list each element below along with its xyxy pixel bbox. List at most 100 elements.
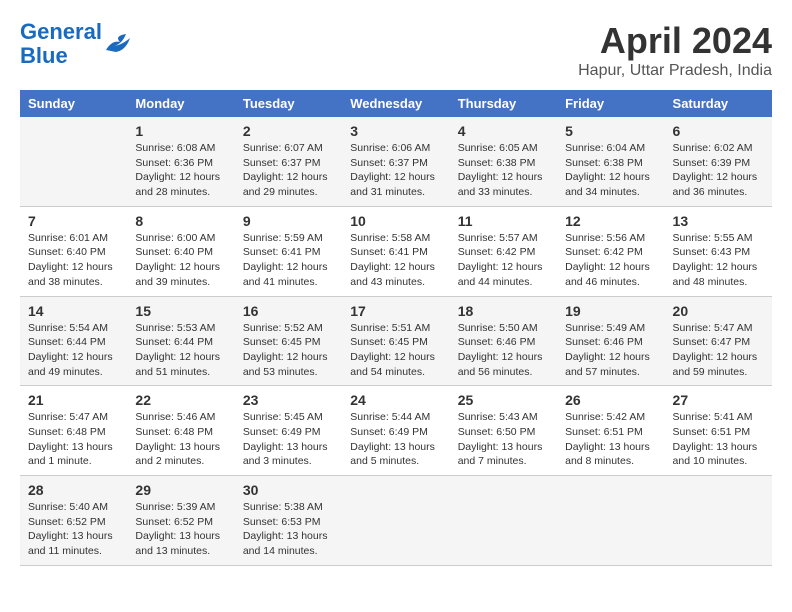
calendar-table: SundayMondayTuesdayWednesdayThursdayFrid…: [20, 90, 772, 566]
calendar-cell: 21 Sunrise: 5:47 AMSunset: 6:48 PMDayligh…: [20, 386, 127, 476]
calendar-week-row: 7 Sunrise: 6:01 AMSunset: 6:40 PMDaylight…: [20, 206, 772, 296]
calendar-cell: 22 Sunrise: 5:46 AMSunset: 6:48 PMDayligh…: [127, 386, 234, 476]
day-number: 3: [350, 123, 441, 139]
calendar-cell: 27Sunrise: 5:41 AMSunset: 6:51 PMDayligh…: [665, 386, 772, 476]
location: Hapur, Uttar Pradesh, India: [578, 62, 772, 80]
day-number: 14: [28, 303, 119, 319]
day-number: 18: [458, 303, 549, 319]
day-number: 8: [135, 213, 226, 229]
title-area: April 2024 Hapur, Uttar Pradesh, India: [578, 20, 772, 80]
calendar-cell: 10Sunrise: 5:58 AMSunset: 6:41 PMDayligh…: [342, 206, 449, 296]
day-number: 21: [28, 392, 119, 408]
day-info: Sunrise: 5:52 AMSunset: 6:45 PMDaylight:…: [243, 321, 334, 380]
day-info: Sunrise: 6:04 AMSunset: 6:38 PMDaylight:…: [565, 141, 656, 200]
day-info: Sunrise: 5:42 AMSunset: 6:51 PMDaylight:…: [565, 410, 656, 469]
calendar-week-row: 28 Sunrise: 5:40 AMSunset: 6:52 PMDayligh…: [20, 476, 772, 566]
day-number: 4: [458, 123, 549, 139]
calendar-cell: [342, 476, 449, 566]
day-info: Sunrise: 6:06 AMSunset: 6:37 PMDaylight:…: [350, 141, 441, 200]
calendar-cell: 23 Sunrise: 5:45 AMSunset: 6:49 PMDayligh…: [235, 386, 342, 476]
day-number: 25: [458, 392, 549, 408]
calendar-cell: 5 Sunrise: 6:04 AMSunset: 6:38 PMDaylight…: [557, 117, 664, 206]
day-number: 16: [243, 303, 334, 319]
calendar-header-sunday: Sunday: [20, 90, 127, 117]
calendar-cell: 16 Sunrise: 5:52 AMSunset: 6:45 PMDayligh…: [235, 296, 342, 386]
calendar-cell: 26 Sunrise: 5:42 AMSunset: 6:51 PMDayligh…: [557, 386, 664, 476]
calendar-cell: 19Sunrise: 5:49 AMSunset: 6:46 PMDayligh…: [557, 296, 664, 386]
day-info: Sunrise: 5:53 AMSunset: 6:44 PMDaylight:…: [135, 321, 226, 380]
day-info: Sunrise: 5:58 AMSunset: 6:41 PMDaylight:…: [350, 231, 441, 290]
day-number: 27: [673, 392, 764, 408]
day-info: Sunrise: 6:00 AMSunset: 6:40 PMDaylight:…: [135, 231, 226, 290]
calendar-cell: 8 Sunrise: 6:00 AMSunset: 6:40 PMDaylight…: [127, 206, 234, 296]
day-info: Sunrise: 6:07 AMSunset: 6:37 PMDaylight:…: [243, 141, 334, 200]
day-info: Sunrise: 5:39 AMSunset: 6:52 PMDaylight:…: [135, 500, 226, 559]
day-number: 20: [673, 303, 764, 319]
calendar-cell: 2 Sunrise: 6:07 AMSunset: 6:37 PMDaylight…: [235, 117, 342, 206]
day-number: 23: [243, 392, 334, 408]
calendar-header-friday: Friday: [557, 90, 664, 117]
calendar-cell: 14Sunrise: 5:54 AMSunset: 6:44 PMDayligh…: [20, 296, 127, 386]
logo-blue: Blue: [20, 43, 68, 68]
day-number: 15: [135, 303, 226, 319]
day-info: Sunrise: 5:45 AMSunset: 6:49 PMDaylight:…: [243, 410, 334, 469]
day-info: Sunrise: 5:47 AMSunset: 6:47 PMDaylight:…: [673, 321, 764, 380]
logo-general: General: [20, 19, 102, 44]
day-info: Sunrise: 5:50 AMSunset: 6:46 PMDaylight:…: [458, 321, 549, 380]
day-info: Sunrise: 5:59 AMSunset: 6:41 PMDaylight:…: [243, 231, 334, 290]
day-number: 6: [673, 123, 764, 139]
day-number: 1: [135, 123, 226, 139]
calendar-cell: 17 Sunrise: 5:51 AMSunset: 6:45 PMDayligh…: [342, 296, 449, 386]
calendar-cell: 18 Sunrise: 5:50 AMSunset: 6:46 PMDayligh…: [450, 296, 557, 386]
day-info: Sunrise: 5:56 AMSunset: 6:42 PMDaylight:…: [565, 231, 656, 290]
day-number: 26: [565, 392, 656, 408]
day-number: 12: [565, 213, 656, 229]
calendar-cell: 15 Sunrise: 5:53 AMSunset: 6:44 PMDayligh…: [127, 296, 234, 386]
day-info: Sunrise: 5:57 AMSunset: 6:42 PMDaylight:…: [458, 231, 549, 290]
calendar-cell: 20 Sunrise: 5:47 AMSunset: 6:47 PMDayligh…: [665, 296, 772, 386]
day-number: 13: [673, 213, 764, 229]
calendar-header-wednesday: Wednesday: [342, 90, 449, 117]
day-info: Sunrise: 5:43 AMSunset: 6:50 PMDaylight:…: [458, 410, 549, 469]
day-info: Sunrise: 5:40 AMSunset: 6:52 PMDaylight:…: [28, 500, 119, 559]
calendar-cell: 24 Sunrise: 5:44 AMSunset: 6:49 PMDayligh…: [342, 386, 449, 476]
calendar-cell: [665, 476, 772, 566]
day-number: 9: [243, 213, 334, 229]
day-number: 24: [350, 392, 441, 408]
calendar-cell: 1 Sunrise: 6:08 AMSunset: 6:36 PMDaylight…: [127, 117, 234, 206]
calendar-cell: 7 Sunrise: 6:01 AMSunset: 6:40 PMDaylight…: [20, 206, 127, 296]
calendar-cell: 30Sunrise: 5:38 AMSunset: 6:53 PMDayligh…: [235, 476, 342, 566]
day-number: 22: [135, 392, 226, 408]
day-number: 28: [28, 482, 119, 498]
month-title: April 2024: [578, 20, 772, 62]
logo-text: General Blue: [20, 20, 102, 68]
calendar-header-tuesday: Tuesday: [235, 90, 342, 117]
calendar-cell: [20, 117, 127, 206]
day-info: Sunrise: 5:47 AMSunset: 6:48 PMDaylight:…: [28, 410, 119, 469]
day-number: 30: [243, 482, 334, 498]
day-number: 17: [350, 303, 441, 319]
calendar-week-row: 21 Sunrise: 5:47 AMSunset: 6:48 PMDayligh…: [20, 386, 772, 476]
calendar-cell: [557, 476, 664, 566]
calendar-cell: 11 Sunrise: 5:57 AMSunset: 6:42 PMDayligh…: [450, 206, 557, 296]
calendar-header-row: SundayMondayTuesdayWednesdayThursdayFrid…: [20, 90, 772, 117]
day-number: 2: [243, 123, 334, 139]
day-number: 7: [28, 213, 119, 229]
day-info: Sunrise: 5:49 AMSunset: 6:46 PMDaylight:…: [565, 321, 656, 380]
calendar-cell: 13 Sunrise: 5:55 AMSunset: 6:43 PMDayligh…: [665, 206, 772, 296]
day-info: Sunrise: 5:44 AMSunset: 6:49 PMDaylight:…: [350, 410, 441, 469]
day-number: 5: [565, 123, 656, 139]
calendar-week-row: 14Sunrise: 5:54 AMSunset: 6:44 PMDayligh…: [20, 296, 772, 386]
day-info: Sunrise: 5:55 AMSunset: 6:43 PMDaylight:…: [673, 231, 764, 290]
calendar-cell: [450, 476, 557, 566]
calendar-cell: 12 Sunrise: 5:56 AMSunset: 6:42 PMDayligh…: [557, 206, 664, 296]
day-info: Sunrise: 5:46 AMSunset: 6:48 PMDaylight:…: [135, 410, 226, 469]
calendar-cell: 6 Sunrise: 6:02 AMSunset: 6:39 PMDaylight…: [665, 117, 772, 206]
calendar-cell: 28 Sunrise: 5:40 AMSunset: 6:52 PMDayligh…: [20, 476, 127, 566]
day-info: Sunrise: 6:01 AMSunset: 6:40 PMDaylight:…: [28, 231, 119, 290]
day-info: Sunrise: 5:51 AMSunset: 6:45 PMDaylight:…: [350, 321, 441, 380]
calendar-cell: 29Sunrise: 5:39 AMSunset: 6:52 PMDayligh…: [127, 476, 234, 566]
day-info: Sunrise: 6:08 AMSunset: 6:36 PMDaylight:…: [135, 141, 226, 200]
day-info: Sunrise: 6:02 AMSunset: 6:39 PMDaylight:…: [673, 141, 764, 200]
day-number: 11: [458, 213, 549, 229]
